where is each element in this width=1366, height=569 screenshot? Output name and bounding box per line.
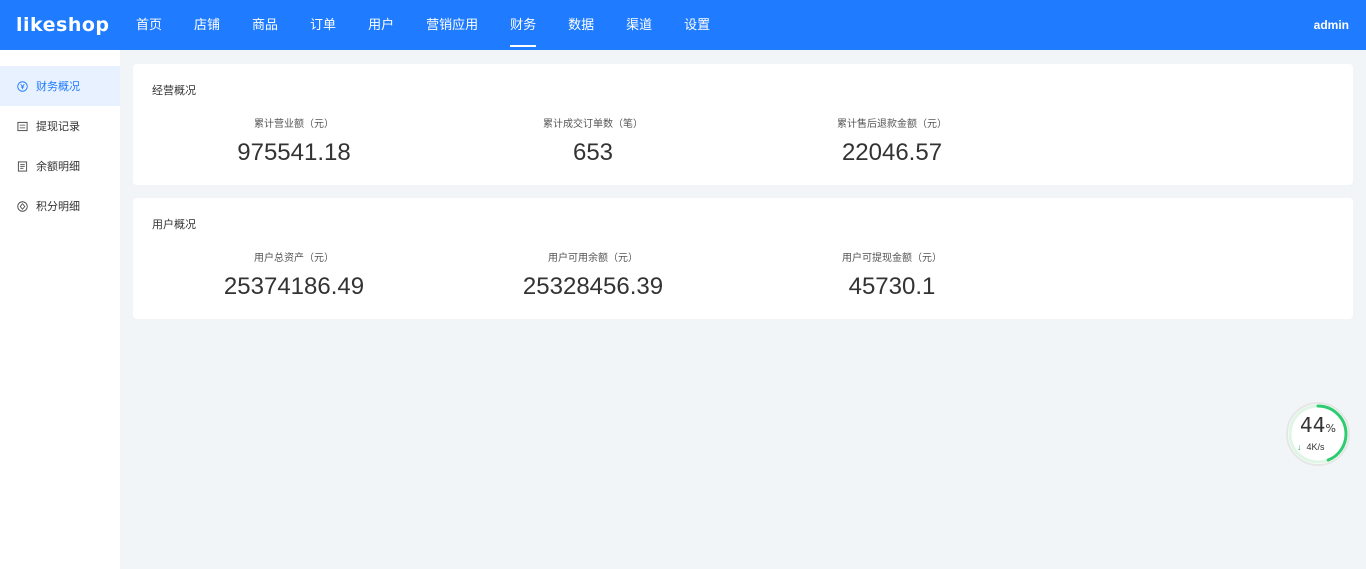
main-nav: 首页 店铺 商品 订单 用户 营销应用 财务 数据 渠道 设置 — [120, 0, 742, 50]
nav-item-channels[interactable]: 渠道 — [626, 0, 652, 50]
stat-value: 975541.18 — [237, 139, 351, 166]
stat-label: 用户可提现金额（元） — [842, 253, 942, 264]
speed-percent: 44% — [1285, 413, 1351, 437]
stat-label: 用户总资产（元） — [254, 253, 334, 264]
stat-value: 653 — [572, 139, 614, 166]
stat-total-revenue: 累计营业额（元） 975541.18 — [144, 115, 444, 167]
stat-value: 25374186.49 — [223, 273, 365, 300]
nav-item-store[interactable]: 店铺 — [194, 0, 220, 50]
nav-item-products[interactable]: 商品 — [252, 0, 278, 50]
ledger-icon — [17, 160, 28, 172]
speed-rate-value: 4K/s — [1306, 442, 1325, 452]
stat-label: 累计营业额（元） — [254, 119, 334, 130]
stat-user-withdrawable: 用户可提现金额（元） 45730.1 — [742, 249, 1042, 301]
sidebar-item-withdraw-records[interactable]: 提现记录 — [0, 106, 120, 146]
stat-value: 25328456.39 — [522, 273, 664, 300]
stat-user-total-assets: 用户总资产（元） 25374186.49 — [144, 249, 444, 301]
business-overview-card: 经营概况 累计营业额（元） 975541.18 累计成交订单数（笔） 653 累… — [133, 64, 1353, 185]
speed-rate: ↓ 4K/s — [1297, 442, 1325, 452]
nav-item-settings[interactable]: 设置 — [684, 0, 710, 50]
nav-item-orders[interactable]: 订单 — [310, 0, 336, 50]
speed-percent-unit: % — [1325, 422, 1336, 435]
points-circle-icon — [17, 200, 28, 212]
stat-value: 45730.1 — [848, 273, 936, 300]
network-speed-widget[interactable]: 44% ↓ 4K/s — [1285, 401, 1351, 467]
download-arrow-icon: ↓ — [1297, 442, 1302, 452]
sidebar-item-balance-details[interactable]: 余额明细 — [0, 146, 120, 186]
nav-item-marketing[interactable]: 营销应用 — [426, 0, 478, 50]
nav-item-users[interactable]: 用户 — [368, 0, 394, 50]
sidebar-item-label: 提现记录 — [36, 121, 80, 133]
sidebar-item-finance-overview[interactable]: 财务概况 — [0, 66, 120, 106]
stat-label: 累计成交订单数（笔） — [543, 119, 643, 130]
nav-item-data[interactable]: 数据 — [568, 0, 594, 50]
sidebar-item-label: 积分明细 — [36, 201, 80, 213]
top-navbar: likeshop 首页 店铺 商品 订单 用户 营销应用 财务 数据 渠道 设置… — [0, 0, 1366, 50]
card-title: 用户概况 — [152, 219, 196, 231]
nav-item-home[interactable]: 首页 — [136, 0, 162, 50]
sidebar: 财务概况 提现记录 余额明细 积分明细 — [0, 50, 120, 569]
user-menu[interactable]: admin — [1314, 18, 1349, 32]
stat-label: 累计售后退款金额（元） — [837, 119, 947, 130]
stat-total-orders: 累计成交订单数（笔） 653 — [443, 115, 743, 167]
sidebar-item-label: 财务概况 — [36, 81, 80, 93]
sidebar-item-label: 余额明细 — [36, 161, 80, 173]
sidebar-item-points-details[interactable]: 积分明细 — [0, 186, 120, 226]
logo[interactable]: likeshop — [0, 14, 120, 36]
list-box-icon — [17, 121, 28, 132]
nav-item-finance[interactable]: 财务 — [510, 0, 537, 50]
yen-circle-icon — [17, 80, 28, 92]
card-title: 经营概况 — [152, 85, 196, 97]
user-overview-card: 用户概况 用户总资产（元） 25374186.49 用户可用余额（元） 2532… — [133, 198, 1353, 319]
stat-value: 22046.57 — [841, 139, 943, 166]
stat-label: 用户可用余额（元） — [548, 253, 638, 264]
stat-total-refunds: 累计售后退款金额（元） 22046.57 — [742, 115, 1042, 167]
speed-percent-value: 44 — [1300, 413, 1326, 437]
stat-user-available-balance: 用户可用余额（元） 25328456.39 — [443, 249, 743, 301]
